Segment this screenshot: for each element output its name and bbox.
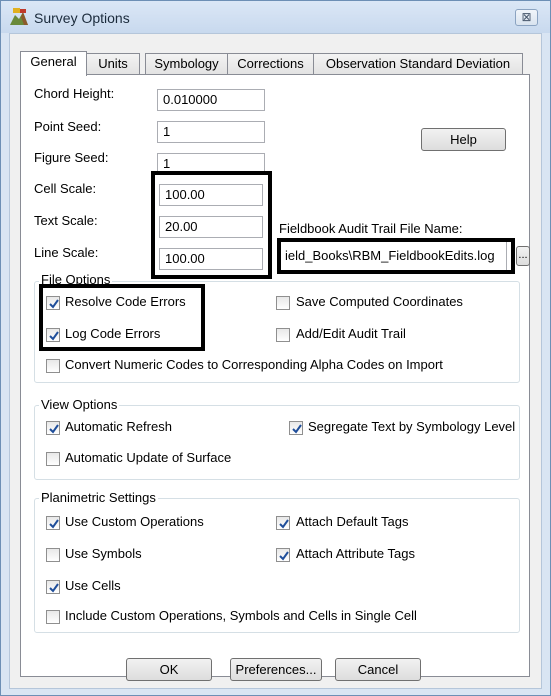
- tab-symbology[interactable]: Symbology: [145, 53, 228, 75]
- cell-scale-label: Cell Scale:: [34, 181, 97, 196]
- automatic-refresh-checkbox[interactable]: [46, 421, 60, 435]
- line-scale-label: Line Scale:: [34, 245, 99, 260]
- app-icon: [10, 8, 28, 25]
- cancel-button[interactable]: Cancel: [335, 658, 421, 681]
- add-edit-audit-trail-checkbox[interactable]: [276, 328, 290, 342]
- close-button[interactable]: ⊠: [515, 9, 538, 26]
- use-cells-label: Use Cells: [65, 578, 121, 593]
- checkmark-icon: [49, 519, 59, 529]
- code-errors-highlight-box: [39, 284, 205, 351]
- tab-corrections[interactable]: Corrections: [227, 53, 314, 75]
- use-custom-operations-checkbox[interactable]: [46, 516, 60, 530]
- ok-button[interactable]: OK: [126, 658, 212, 681]
- add-edit-audit-trail-label: Add/Edit Audit Trail: [296, 326, 406, 341]
- checkmark-icon: [279, 551, 289, 561]
- tab-observation-standard-deviation[interactable]: Observation Standard Deviation: [313, 53, 523, 75]
- automatic-update-surface-label: Automatic Update of Surface: [65, 450, 232, 465]
- tab-general[interactable]: General: [20, 51, 87, 76]
- dialog-client-area: General Units Symbology Corrections Obse…: [9, 33, 542, 689]
- save-computed-coordinates-checkbox[interactable]: [276, 296, 290, 310]
- convert-numeric-codes-checkbox[interactable]: [46, 359, 60, 373]
- attach-default-tags-label: Attach Default Tags: [296, 514, 409, 529]
- view-options-group: [34, 405, 520, 480]
- tab-units[interactable]: Units: [86, 53, 140, 75]
- text-scale-label: Text Scale:: [34, 213, 98, 228]
- checkmark-icon: [292, 424, 302, 434]
- scale-highlight-box: [151, 171, 272, 279]
- close-icon: ⊠: [521, 10, 532, 24]
- chord-height-input[interactable]: 0.010000: [157, 89, 265, 111]
- convert-numeric-codes-label: Convert Numeric Codes to Corresponding A…: [65, 357, 443, 372]
- use-custom-operations-label: Use Custom Operations: [65, 514, 204, 529]
- attach-default-tags-checkbox[interactable]: [276, 516, 290, 530]
- fieldbook-highlight-box: [277, 238, 515, 274]
- use-symbols-label: Use Symbols: [65, 546, 142, 561]
- window-title: Survey Options: [34, 10, 130, 26]
- view-options-title: View Options: [39, 397, 120, 412]
- checkmark-icon: [49, 424, 59, 434]
- fieldbook-audit-trail-label: Fieldbook Audit Trail File Name:: [279, 221, 463, 236]
- help-button[interactable]: Help: [421, 128, 506, 151]
- attach-attribute-tags-label: Attach Attribute Tags: [296, 546, 415, 561]
- attach-attribute-tags-checkbox[interactable]: [276, 548, 290, 562]
- save-computed-coordinates-label: Save Computed Coordinates: [296, 294, 463, 309]
- include-single-cell-label: Include Custom Operations, Symbols and C…: [65, 608, 417, 623]
- preferences-button[interactable]: Preferences...: [230, 658, 322, 681]
- chord-height-label: Chord Height:: [34, 86, 115, 101]
- segregate-text-label: Segregate Text by Symbology Level: [308, 419, 516, 434]
- use-symbols-checkbox[interactable]: [46, 548, 60, 562]
- general-tab-panel: Chord Height: 0.010000 Point Seed: 1 Fig…: [20, 74, 530, 677]
- segregate-text-checkbox[interactable]: [289, 421, 303, 435]
- planimetric-settings-title: Planimetric Settings: [39, 490, 158, 505]
- browse-button[interactable]: ...: [516, 246, 530, 266]
- include-single-cell-checkbox[interactable]: [46, 610, 60, 624]
- automatic-refresh-label: Automatic Refresh: [65, 419, 172, 434]
- title-bar[interactable]: Survey Options ⊠: [1, 1, 550, 33]
- automatic-update-surface-checkbox[interactable]: [46, 452, 60, 466]
- survey-options-dialog: Survey Options ⊠ General Units Symbology…: [0, 0, 551, 696]
- point-seed-label: Point Seed:: [34, 119, 102, 134]
- checkmark-icon: [279, 519, 289, 529]
- figure-seed-label: Figure Seed:: [34, 150, 109, 165]
- checkmark-icon: [49, 583, 59, 593]
- point-seed-input[interactable]: 1: [157, 121, 265, 143]
- use-cells-checkbox[interactable]: [46, 580, 60, 594]
